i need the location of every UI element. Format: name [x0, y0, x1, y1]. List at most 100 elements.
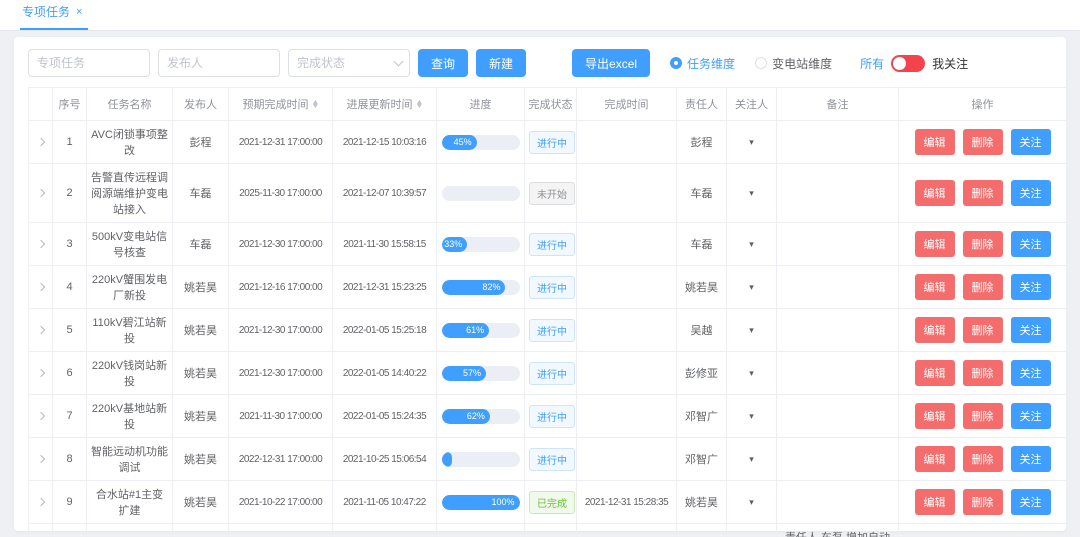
delete-button[interactable]: 删除 [963, 274, 1003, 300]
query-button[interactable]: 查询 [418, 49, 468, 77]
progress-fill: 82% [442, 280, 506, 295]
remark [777, 309, 899, 352]
delete-button[interactable]: 删除 [963, 129, 1003, 155]
owner: 姚若昊 [677, 266, 727, 309]
col-follower: 关注人 [727, 88, 777, 121]
radio-task-dimension[interactable]: 任务维度 [670, 55, 735, 72]
radio-substation-dimension[interactable]: 变电站维度 [755, 55, 832, 72]
update-time: 2022-01-05 15:25:18 [333, 309, 437, 352]
expand-row-icon[interactable] [36, 455, 44, 463]
delete-button[interactable]: 删除 [963, 489, 1003, 515]
status-cell: 进行中 [525, 309, 577, 352]
tab-label: 专项任务 [22, 3, 70, 20]
status-select-input[interactable] [288, 49, 410, 77]
follower-dropdown-icon[interactable]: ▾ [749, 282, 754, 292]
export-excel-button[interactable]: 导出excel [572, 49, 650, 77]
tab-close-icon[interactable]: × [76, 6, 82, 18]
finish-time: 2021-12-31 15:28:35 [577, 481, 677, 524]
publisher-input[interactable] [158, 49, 280, 77]
sort-icon[interactable]: ▲▼ [312, 101, 319, 109]
owner: zdhjsc [677, 524, 727, 537]
radio-selected-icon [670, 57, 682, 69]
remark [777, 223, 899, 266]
follower-dropdown-icon[interactable]: ▾ [749, 368, 754, 378]
task-name: 220kV基地站新投 [87, 395, 173, 438]
update-time: 2022-01-05 14:40:22 [333, 352, 437, 395]
delete-button[interactable]: 删除 [963, 446, 1003, 472]
follow-button[interactable]: 关注 [1011, 274, 1051, 300]
edit-button[interactable]: 编辑 [915, 446, 955, 472]
follow-button[interactable]: 关注 [1011, 489, 1051, 515]
expand-row-icon[interactable] [36, 283, 44, 291]
progress-label: 45% [454, 137, 477, 147]
owner: 彭修亚 [677, 352, 727, 395]
follower-dropdown-icon[interactable]: ▾ [749, 325, 754, 335]
expand-row-icon[interactable] [36, 412, 44, 420]
expand-row-icon[interactable] [36, 498, 44, 506]
follow-button[interactable]: 关注 [1011, 180, 1051, 206]
edit-button[interactable]: 编辑 [915, 129, 955, 155]
edit-button[interactable]: 编辑 [915, 180, 955, 206]
progress-fill: 33% [442, 237, 468, 252]
expected-time: 2021-12-30 17:00:00 [229, 223, 333, 266]
progress-label: 82% [482, 282, 505, 292]
task-name-input[interactable] [28, 49, 150, 77]
edit-button[interactable]: 编辑 [915, 489, 955, 515]
table-row: 5110kV碧江站新投姚若昊2021-12-30 17:00:002022-01… [29, 309, 1067, 352]
main-card: 查询 新建 导出excel 任务维度 变电站维度 所有 我关注 序号 任务名称 [14, 37, 1066, 531]
table-row: 6220kV钱岗站新投姚若昊2021-12-30 17:00:002022-01… [29, 352, 1067, 395]
status-badge: 已完成 [529, 491, 575, 514]
sort-icon[interactable]: ▲▼ [416, 101, 423, 109]
follow-button[interactable]: 关注 [1011, 446, 1051, 472]
follow-button[interactable]: 关注 [1011, 317, 1051, 343]
expand-row-icon[interactable] [36, 138, 44, 146]
actions-cell: 编辑删除关注 [899, 164, 1067, 223]
delete-button[interactable]: 删除 [963, 360, 1003, 386]
expand-row-icon[interactable] [36, 240, 44, 248]
follow-toggle-switch[interactable] [891, 55, 925, 72]
follower-dropdown-icon[interactable]: ▾ [749, 411, 754, 421]
expected-time: 2021-12-16 17:00:00 [229, 266, 333, 309]
edit-button[interactable]: 编辑 [915, 317, 955, 343]
follower-dropdown-icon[interactable]: ▾ [749, 137, 754, 147]
expand-row-icon[interactable] [36, 326, 44, 334]
status-select[interactable] [288, 49, 410, 77]
follow-button[interactable]: 关注 [1011, 360, 1051, 386]
remark: 责任人 车磊 增加自动化分部人员，选择界面调大 [777, 524, 899, 537]
follow-button[interactable]: 关注 [1011, 403, 1051, 429]
delete-button[interactable]: 删除 [963, 317, 1003, 343]
delete-button[interactable]: 删除 [963, 180, 1003, 206]
follower-dropdown-icon[interactable]: ▾ [749, 239, 754, 249]
follower-cell: ▾ [727, 164, 777, 223]
radio-substation-label: 变电站维度 [772, 55, 832, 72]
progress-label: 100% [491, 497, 519, 507]
follower-dropdown-icon[interactable]: ▾ [749, 454, 754, 464]
delete-button[interactable]: 删除 [963, 231, 1003, 257]
edit-button[interactable]: 编辑 [915, 274, 955, 300]
create-button[interactable]: 新建 [476, 49, 526, 77]
publisher: 车磊 [173, 223, 229, 266]
actions-cell: 编辑删除关注 [899, 223, 1067, 266]
edit-button[interactable]: 编辑 [915, 403, 955, 429]
follower-dropdown-icon[interactable]: ▾ [749, 497, 754, 507]
follow-button[interactable]: 关注 [1011, 129, 1051, 155]
follower-dropdown-icon[interactable]: ▾ [749, 188, 754, 198]
follower-cell: ▾ [727, 481, 777, 524]
delete-button[interactable]: 删除 [963, 403, 1003, 429]
progress-label: 57% [463, 368, 486, 378]
update-time: 2021-12-31 15:23:25 [333, 266, 437, 309]
update-time: 2021-11-30 15:58:15 [333, 223, 437, 266]
progress-label: 33% [444, 239, 467, 249]
expand-row-icon[interactable] [36, 369, 44, 377]
progress-bar: 61% [442, 323, 520, 338]
expand-row-icon[interactable] [36, 189, 44, 197]
follow-button[interactable]: 关注 [1011, 231, 1051, 257]
edit-button[interactable]: 编辑 [915, 231, 955, 257]
edit-button[interactable]: 编辑 [915, 360, 955, 386]
publisher: zdhjsc [173, 524, 229, 537]
status-badge: 进行中 [529, 131, 575, 154]
radio-unselected-icon [755, 57, 767, 69]
radio-task-label: 任务维度 [687, 55, 735, 72]
task-name: 220kV蟹围发电厂新投 [87, 266, 173, 309]
tab-special-task[interactable]: 专项任务 × [20, 3, 88, 30]
